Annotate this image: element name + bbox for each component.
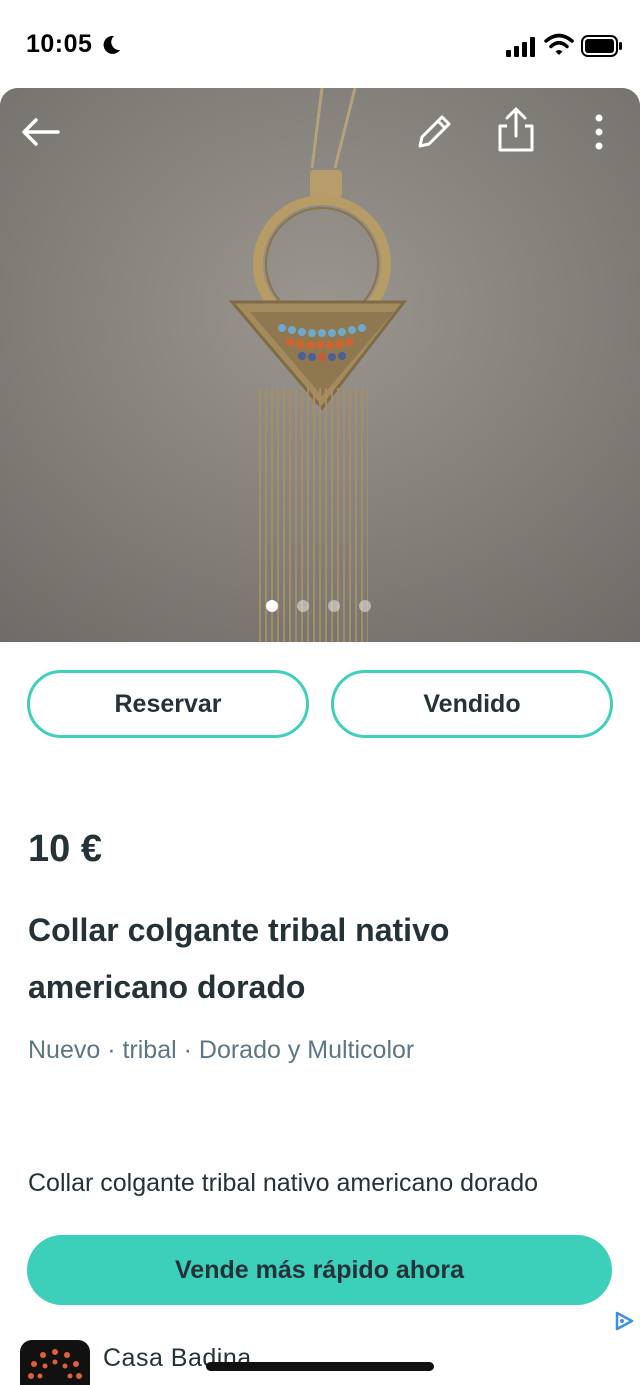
signal-icon — [506, 37, 535, 57]
share-button[interactable] — [492, 106, 540, 154]
attribute-condition: Nuevo — [28, 1036, 101, 1064]
more-vertical-icon — [595, 114, 603, 150]
item-description: Collar colgante tribal nativo americano … — [28, 1169, 539, 1197]
sell-faster-button[interactable]: Vende más rápido ahora — [27, 1235, 612, 1305]
attribute-separator: · — [100, 1036, 123, 1064]
more-options-button[interactable] — [575, 108, 623, 156]
item-title: Collar colgante tribal nativo americano … — [28, 912, 450, 1005]
home-indicator — [206, 1362, 434, 1371]
attribute-style: tribal — [122, 1036, 177, 1064]
status-time: 10:05 — [26, 30, 93, 58]
battery-icon — [581, 35, 622, 57]
share-icon — [498, 107, 534, 152]
product-image-gallery[interactable] — [0, 88, 640, 642]
back-button[interactable] — [16, 108, 64, 156]
edit-pencil-icon — [418, 115, 451, 148]
gallery-page-indicator — [266, 600, 371, 612]
moon-icon — [103, 35, 120, 54]
gallery-dot[interactable] — [297, 600, 309, 612]
gallery-dot[interactable] — [266, 600, 278, 612]
edit-button[interactable] — [410, 108, 458, 156]
attribute-separator: · — [176, 1036, 199, 1064]
mark-sold-button[interactable]: Vendido — [331, 670, 613, 738]
item-price: 10 € — [28, 828, 102, 870]
advertiser-logo — [20, 1340, 90, 1385]
wifi-icon — [544, 33, 574, 55]
status-bar: 10:05 — [0, 0, 640, 90]
gallery-dot[interactable] — [359, 600, 371, 612]
reserve-button[interactable]: Reservar — [27, 670, 309, 738]
back-arrow-icon — [22, 118, 60, 146]
gallery-dot[interactable] — [328, 600, 340, 612]
product-photo — [0, 88, 640, 642]
ad-banner[interactable] — [0, 1310, 640, 1385]
attribute-color: Dorado y Multicolor — [198, 1036, 415, 1064]
advertiser-logo-mark — [28, 1349, 82, 1379]
item-attributes: Nuevo · tribal · Dorado y Multicolor — [28, 1036, 414, 1065]
adchoices-icon[interactable] — [612, 1310, 638, 1332]
